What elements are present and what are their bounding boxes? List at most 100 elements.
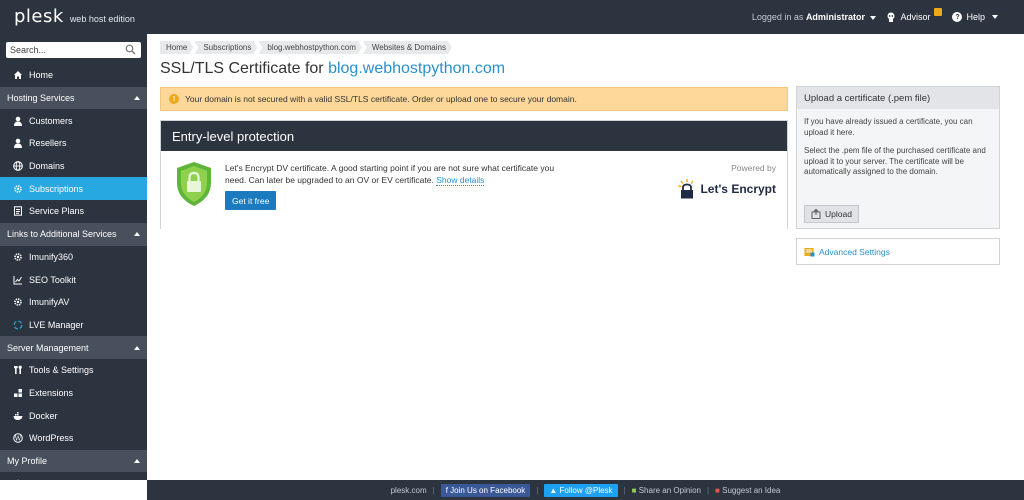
certificate-description: Let's Encrypt DV certificate. A good sta…	[225, 163, 575, 186]
logo-edition: web host edition	[69, 14, 135, 24]
get-it-free-button[interactable]: Get it free	[225, 191, 277, 210]
sidebar-item-profile-preferences[interactable]: Profile & Preferences	[0, 472, 147, 495]
breadcrumb-websites-domains[interactable]: Websites & Domains	[363, 41, 452, 54]
facebook-button[interactable]: f Join Us on Facebook	[440, 483, 531, 497]
user-name: Administrator	[805, 12, 865, 22]
letsencrypt-lock-icon	[678, 179, 695, 199]
sidebar-item-extensions[interactable]: Extensions	[0, 382, 147, 405]
certificate-panel: Entry-level protection Let's Encrypt DV …	[160, 120, 788, 229]
collapse-icon	[134, 232, 140, 237]
logged-in-label: Logged in as	[751, 12, 804, 22]
breadcrumb-subscriptions[interactable]: Subscriptions	[194, 41, 257, 54]
search-input[interactable]: Search...	[6, 42, 141, 58]
twitter-button[interactable]: ▲ Follow @Plesk	[544, 483, 618, 497]
sidebar-nav: Home Hosting Services Customers Reseller…	[0, 64, 147, 495]
footer-plesk-link[interactable]: plesk.com	[391, 486, 427, 495]
sidebar-item-label: ImunifyAV	[29, 297, 70, 308]
sidebar-item-label: Domains	[29, 161, 65, 172]
certificate-panel-header: Entry-level protection	[161, 121, 787, 151]
collapse-icon	[134, 345, 140, 350]
breadcrumb-home[interactable]: Home	[160, 41, 193, 54]
collapse-icon	[134, 96, 140, 101]
chat-icon: ■	[631, 485, 639, 495]
search-placeholder: Search...	[10, 45, 47, 55]
page-title-prefix: SSL/TLS Certificate for	[160, 60, 324, 77]
advisor-icon	[887, 12, 895, 22]
settings-folder-icon	[804, 247, 815, 256]
user-icon	[13, 138, 23, 149]
show-details-link[interactable]: Show details	[436, 174, 485, 186]
tools-icon	[13, 365, 23, 375]
search-icon[interactable]	[125, 44, 136, 55]
footer-separator: |	[536, 485, 539, 495]
breadcrumb-domain[interactable]: blog.webhostpython.com	[258, 41, 362, 54]
wordpress-icon: W	[13, 433, 23, 444]
suggest-idea-link[interactable]: ■ Suggest an Idea	[715, 486, 780, 495]
powered-by-label: Powered by	[731, 163, 776, 173]
help-button[interactable]: ? Help	[952, 12, 998, 22]
gear-icon	[13, 252, 23, 262]
sidebar-item-label: Resellers	[29, 138, 67, 149]
logged-in-info[interactable]: Logged in as Administrator	[752, 12, 877, 22]
sidebar-item-lve-manager[interactable]: LVE Manager	[0, 314, 147, 337]
footer: plesk.com | f Join Us on Facebook | ▲ Fo…	[147, 480, 1024, 500]
advisor-label: Advisor	[900, 12, 931, 22]
certificate-panel-body: Let's Encrypt DV certificate. A good sta…	[161, 151, 787, 229]
section-label: Server Management	[7, 342, 89, 353]
sidebar-item-resellers[interactable]: Resellers	[0, 132, 147, 155]
page-title: SSL/TLS Certificate for blog.webhostpyth…	[160, 60, 505, 78]
docker-icon	[13, 411, 23, 421]
advanced-settings-panel: Advanced Settings	[796, 238, 1000, 265]
help-icon: ?	[952, 12, 963, 22]
sidebar-item-service-plans[interactable]: Service Plans	[0, 200, 147, 223]
footer-separator: |	[432, 485, 435, 495]
footer-separator: |	[623, 485, 626, 495]
sidebar-item-seo-toolkit[interactable]: SEO Toolkit	[0, 268, 147, 291]
sidebar-item-home[interactable]: Home	[0, 64, 147, 87]
sidebar-item-subscriptions[interactable]: Subscriptions	[0, 177, 147, 201]
letsencrypt-text: Let's Encrypt	[700, 182, 776, 196]
upload-button[interactable]: Upload	[804, 205, 859, 223]
sidebar-item-label: Subscriptions	[29, 183, 84, 194]
extensions-icon	[13, 388, 23, 398]
plesk-logo[interactable]: plesk web host edition	[14, 6, 135, 27]
sidebar-item-label: LVE Manager	[29, 319, 84, 330]
upload-paragraph-1: If you have already issued a certificate…	[804, 117, 973, 137]
sidebar-item-imunify360[interactable]: Imunify360	[0, 246, 147, 269]
section-label: Links to Additional Services	[7, 229, 117, 240]
section-label: Hosting Services	[7, 93, 75, 104]
twitter-icon: ▲	[549, 485, 560, 495]
home-icon	[13, 70, 23, 80]
gear-icon	[13, 297, 23, 307]
upload-paragraph-2: Select the .pem file of the purchased ce…	[804, 146, 986, 176]
chart-icon	[13, 275, 23, 285]
sidebar-item-label: SEO Toolkit	[29, 274, 76, 285]
section-hosting-services[interactable]: Hosting Services	[0, 86, 147, 110]
sidebar-item-customers[interactable]: Customers	[0, 109, 147, 132]
sidebar-item-imunifyav[interactable]: ImunifyAV	[0, 291, 147, 314]
warning-alert: ! Your domain is not secured with a vali…	[160, 87, 788, 111]
sidebar-item-label: Customers	[29, 115, 73, 126]
upload-certificate-panel: Upload a certificate (.pem file) If you …	[796, 86, 1000, 229]
section-my-profile[interactable]: My Profile	[0, 449, 147, 473]
breadcrumb: Home Subscriptions blog.webhostpython.co…	[160, 41, 453, 54]
sidebar-item-domains[interactable]: Domains	[0, 155, 147, 178]
section-server-management[interactable]: Server Management	[0, 336, 147, 359]
section-links-additional-services[interactable]: Links to Additional Services	[0, 222, 147, 246]
advanced-settings-link[interactable]: Advanced Settings	[819, 247, 890, 257]
sidebar-item-label: Profile & Preferences	[29, 478, 115, 489]
svg-text:W: W	[15, 435, 22, 443]
user-icon	[13, 479, 23, 489]
share-opinion-link[interactable]: ■ Share an Opinion	[632, 486, 701, 495]
suggest-idea-label: Suggest an Idea	[722, 485, 781, 495]
sidebar-item-docker[interactable]: Docker	[0, 404, 147, 427]
page-title-domain[interactable]: blog.webhostpython.com	[328, 60, 505, 77]
advisor-badge	[934, 8, 943, 16]
certificate-description-text: Let's Encrypt DV certificate. A good sta…	[225, 163, 555, 185]
top-bar: plesk web host edition Logged in as Admi…	[0, 0, 1024, 34]
advisor-button[interactable]: Advisor	[886, 8, 943, 22]
sidebar-item-tools-settings[interactable]: Tools & Settings	[0, 359, 147, 382]
gear-icon	[13, 184, 23, 194]
sidebar-item-label: WordPress	[29, 433, 74, 444]
sidebar-item-wordpress[interactable]: W WordPress	[0, 427, 147, 450]
